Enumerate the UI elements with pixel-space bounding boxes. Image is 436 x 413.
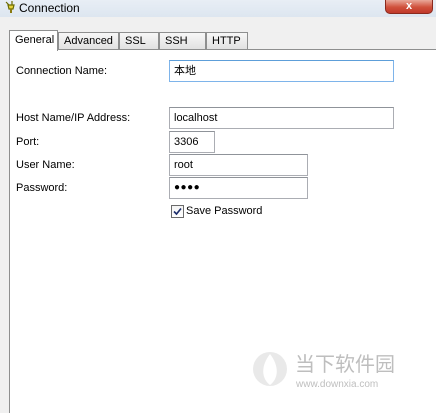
host-label: Host Name/IP Address: [16,112,131,124]
connection-name-label: Connection Name: [16,65,108,77]
window-title: Connection [19,1,80,15]
connection-dialog: Connection x General Advanced SSL SSH HT… [0,0,436,413]
host-input[interactable]: localhost [169,107,394,129]
tab-ssl[interactable]: SSL [119,32,159,50]
watermark-brand: 当下软件园 [295,352,395,376]
close-button[interactable]: x [385,0,433,14]
tab-ssh[interactable]: SSH [159,32,206,50]
port-label: Port: [16,136,40,148]
username-label: User Name: [16,159,75,171]
close-icon: x [405,0,413,12]
tab-http[interactable]: HTTP [206,32,248,50]
connection-plug-icon [5,1,15,13]
save-password-label: Save Password [186,205,263,217]
tab-strip: General Advanced SSL SSH HTTP [9,30,429,51]
save-password-checkbox[interactable] [171,205,184,218]
password-input[interactable]: ●●●● [169,177,308,199]
check-icon [173,207,182,216]
connection-name-input[interactable]: 本地 [169,60,394,82]
port-input[interactable]: 3306 [169,131,215,153]
password-label: Password: [16,182,68,194]
downxia-watermark-logo: 当下软件园 www.downxia.com [253,352,395,390]
watermark-url: www.downxia.com [295,379,378,390]
tab-general[interactable]: General [9,30,58,51]
tab-advanced[interactable]: Advanced [58,32,119,50]
username-input[interactable]: root [169,154,308,176]
title-bar[interactable]: Connection x [0,0,436,17]
